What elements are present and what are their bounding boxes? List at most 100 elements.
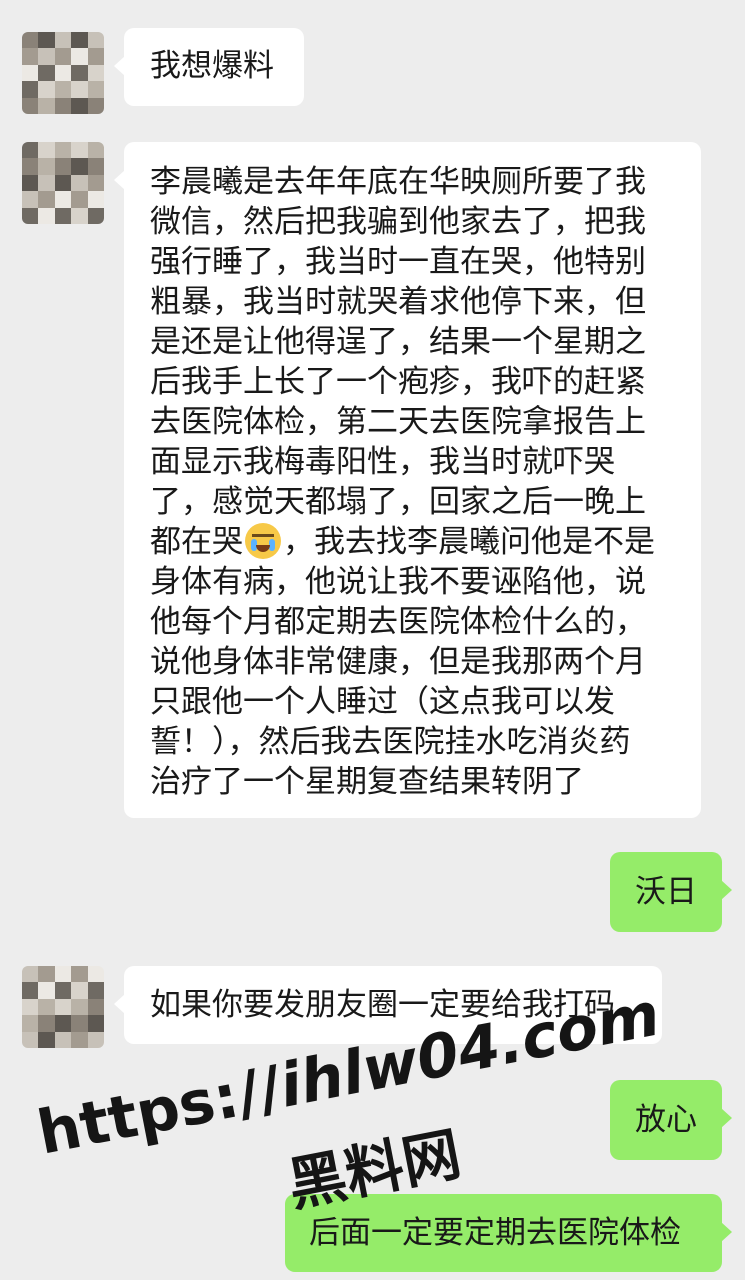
avatar-pixel [87,158,104,175]
message-line: 粗暴，我当时就哭着求他停下来，但 [150,284,646,320]
avatar-pixel [22,998,39,1016]
crying-face-emoji-icon [245,523,281,559]
avatar-pixel [38,191,55,208]
avatar-pixel [87,174,104,192]
avatar-pixel [22,982,39,999]
avatar-pixel [54,32,72,49]
avatar-pixel [22,142,39,159]
avatar-pixel [87,142,104,159]
avatar-pixel [71,97,88,114]
avatar-pixel [54,97,72,114]
avatar-pixel [22,81,39,98]
avatar-pixel [54,191,72,208]
avatar-pixel [38,142,55,159]
avatar-pixel [38,81,55,98]
avatar-pixel [38,1015,55,1032]
avatar-pixel [87,1031,104,1048]
avatar-pixel [87,1015,104,1032]
avatar-pixel [22,97,39,114]
message-bubble-outgoing[interactable]: 沃日 [610,852,732,932]
message-text: 沃日 [635,874,697,910]
avatar-pixel [87,81,104,98]
message-line: 面显示我梅毒阳性，我当时就吓哭 [150,444,615,480]
avatar-pixel [22,174,39,192]
message-text: 我想爆料 [150,48,274,84]
message-line: 去医院体检，第二天去医院拿报告上 [150,404,646,440]
avatar-pixel [71,32,88,49]
avatar-pixel [38,97,55,114]
message-line: 身体有病，他说让我不要诬陷他，说 [150,564,646,600]
message-line: 李晨曦是去年年底在华映厕所要了我 [150,164,646,200]
avatar-pixel [87,48,104,65]
contact-avatar[interactable] [22,32,104,114]
avatar-pixel [22,1015,39,1032]
message-line: 都在哭 ，我去找李晨曦问他是不是 [150,522,675,562]
avatar-pixel [38,998,55,1016]
avatar-pixel [38,1031,55,1048]
message-line: 是还是让他得逞了，结果一个星期之 [150,324,646,360]
message-bubble-incoming[interactable]: 我想爆料 [114,28,304,106]
avatar-pixel [22,191,39,208]
avatar-pixel [38,64,55,82]
avatar-pixel [87,97,104,114]
message-text: 后面一定要定期去医院体检 [309,1215,681,1251]
avatar-pixel [38,32,55,49]
avatar-pixel [38,207,55,224]
avatar-pixel [71,142,88,159]
avatar-pixel [38,966,55,983]
message-text-fragment: ，我去找李晨曦问他是不是 [283,524,655,560]
avatar-pixel [71,48,88,65]
avatar-pixel [87,191,104,208]
avatar-pixel [87,998,104,1016]
message-line: 他每个月都定期去医院体检什么的， [150,604,646,640]
contact-avatar[interactable] [22,966,104,1048]
avatar-pixel [54,48,72,65]
avatar-pixel [71,81,88,98]
message-line: 说他身体非常健康，但是我那两个月 [150,644,646,680]
message-bubble-incoming[interactable]: 李晨曦是去年年底在华映厕所要了我 微信，然后把我骗到他家去了，把我 强行睡了，我… [114,142,701,818]
avatar-pixel [38,48,55,65]
avatar-pixel [54,174,72,192]
message-line: 治疗了一个星期复查结果转阴了 [150,764,584,800]
avatar-pixel [38,174,55,192]
message-line: 后我手上长了一个疱疹，我吓的赶紧 [150,364,646,400]
avatar-pixel [54,998,72,1016]
avatar-pixel [54,207,72,224]
message-line: 了，感觉天都塌了，回家之后一晚上 [150,484,646,520]
message-line: 强行睡了，我当时一直在哭，他特别 [150,244,646,280]
avatar-pixel [54,1031,72,1048]
avatar-pixel [22,32,39,49]
avatar-pixel [38,158,55,175]
watermark-url-scheme: https:// [32,1052,288,1169]
avatar-pixel [71,64,88,82]
avatar-pixel [38,982,55,999]
message-line: 微信，然后把我骗到他家去了，把我 [150,204,646,240]
avatar-pixel [71,158,88,175]
avatar-pixel [71,982,88,999]
message-bubble-outgoing[interactable]: 放心 [610,1080,732,1160]
avatar-pixel [22,158,39,175]
avatar-pixel [54,158,72,175]
avatar-pixel [87,207,104,224]
avatar-pixel [54,1015,72,1032]
avatar-pixel [22,48,39,65]
avatar-pixel [22,1031,39,1048]
message-text: 放心 [635,1102,697,1138]
avatar-pixel [71,207,88,224]
avatar-pixel [87,64,104,82]
avatar-pixel [54,966,72,983]
avatar-pixel [22,207,39,224]
message-text-fragment: 都在哭 [150,524,243,560]
contact-avatar[interactable] [22,142,104,224]
avatar-pixel [87,32,104,49]
message-line: 誓！），然后我去医院挂水吃消炎药 [150,724,631,760]
avatar-pixel [71,966,88,983]
avatar-pixel [71,998,88,1016]
avatar-pixel [22,64,39,82]
avatar-pixel [87,966,104,983]
avatar-pixel [22,966,39,983]
avatar-pixel [71,174,88,192]
avatar-pixel [54,64,72,82]
message-line: 只跟他一个人睡过（这点我可以发 [150,684,615,720]
avatar-pixel [54,142,72,159]
